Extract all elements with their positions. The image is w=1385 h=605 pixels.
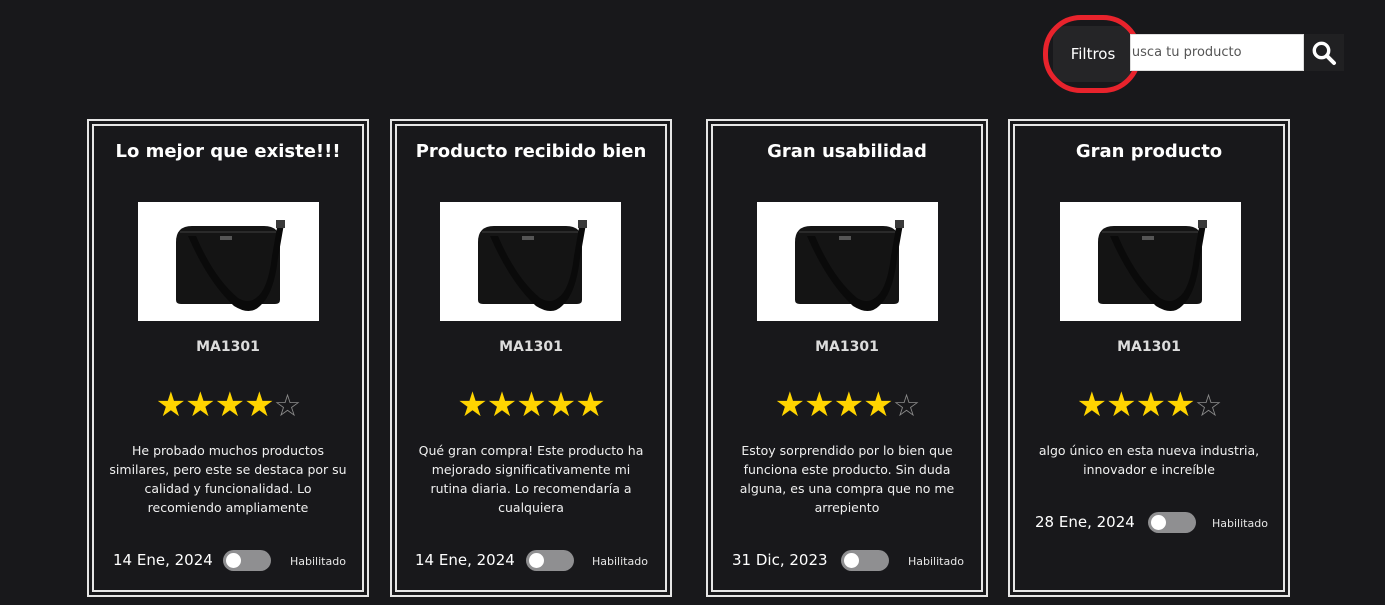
star-filled-icon: ★: [457, 385, 488, 425]
star-filled-icon: ★: [863, 385, 894, 425]
star-filled-icon: ★: [486, 385, 518, 425]
status-label: Habilitado: [592, 555, 648, 568]
star-filled-icon: ★: [1135, 385, 1167, 425]
product-model: MA1301: [815, 339, 879, 355]
card-title: Lo mejor que existe!!!: [115, 141, 341, 162]
laptop-bag-image: [440, 202, 621, 321]
review-date: 14 Ene, 2024: [113, 551, 213, 569]
review-card: Gran usabilidad MA1301 ★★★★☆ Estoy sorpr…: [706, 119, 988, 597]
star-filled-icon: ★: [244, 385, 275, 425]
star-filled-icon: ★: [774, 385, 806, 425]
product-image: [440, 202, 621, 321]
star-filled-icon: ★: [545, 385, 577, 425]
review-date: 28 Ene, 2024: [1035, 513, 1135, 531]
review-card: Gran producto MA1301 ★★★★☆ algo único en…: [1008, 119, 1290, 597]
star-filled-icon: ★: [833, 385, 865, 425]
enable-toggle[interactable]: [526, 550, 574, 571]
card-title: Gran usabilidad: [767, 141, 927, 162]
star-filled-icon: ★: [214, 385, 246, 425]
enable-toggle[interactable]: [1148, 512, 1196, 533]
star-filled-icon: ★: [1076, 385, 1108, 425]
search-bar: [1130, 34, 1344, 71]
review-date: 14 Ene, 2024: [415, 551, 515, 569]
product-image: [1060, 202, 1241, 321]
top-toolbar: Filtros: [0, 0, 1385, 100]
status-label: Habilitado: [290, 555, 346, 568]
star-rating: ★★★★★: [392, 387, 670, 423]
toggle-knob: [226, 553, 241, 568]
star-rating: ★★★★☆: [708, 387, 986, 424]
search-icon: [1312, 41, 1336, 65]
product-model: MA1301: [499, 339, 563, 355]
review-date: 31 Dic, 2023: [732, 551, 828, 569]
review-card: Producto recibido bien MA1301 ★★★★★ Qué …: [390, 119, 672, 597]
card-title: Producto recibido bien: [415, 141, 647, 162]
toggle-knob: [844, 553, 859, 568]
toggle-knob: [529, 553, 544, 568]
card-title: Gran producto: [1075, 141, 1223, 162]
filter-button[interactable]: Filtros: [1053, 26, 1133, 82]
star-filled-icon: ★: [1165, 385, 1196, 425]
review-text: Qué gran compra! Este producto ha mejora…: [418, 443, 644, 515]
star-empty-icon: ☆: [892, 388, 921, 424]
product-model: MA1301: [1117, 339, 1181, 355]
enable-toggle[interactable]: [223, 550, 271, 571]
review-text: algo único en esta nueva industria, inno…: [1038, 443, 1260, 477]
review-text: Estoy sorprendido por lo bien que funcio…: [739, 443, 955, 515]
star-filled-icon: ★: [575, 385, 606, 425]
star-filled-icon: ★: [185, 385, 216, 425]
laptop-bag-image: [1060, 202, 1241, 321]
search-input[interactable]: [1130, 34, 1304, 71]
star-empty-icon: ☆: [273, 388, 302, 424]
toggle-knob: [1151, 515, 1166, 530]
review-text: He probado muchos productos similares, p…: [109, 443, 347, 515]
star-filled-icon: ★: [516, 385, 547, 425]
star-filled-icon: ★: [1106, 385, 1137, 425]
star-empty-icon: ☆: [1194, 388, 1223, 424]
laptop-bag-image: [757, 202, 938, 321]
product-image: [138, 202, 319, 321]
star-rating: ★★★★☆: [1010, 387, 1288, 424]
star-filled-icon: ★: [155, 385, 187, 425]
review-card: Lo mejor que existe!!! MA1301 ★★★★☆ He p…: [87, 119, 369, 597]
star-filled-icon: ★: [804, 385, 835, 425]
star-rating: ★★★★☆: [89, 387, 367, 424]
search-button[interactable]: [1304, 34, 1344, 71]
laptop-bag-image: [138, 202, 319, 321]
status-label: Habilitado: [1212, 517, 1268, 530]
product-image: [757, 202, 938, 321]
status-label: Habilitado: [908, 555, 964, 568]
enable-toggle[interactable]: [841, 550, 889, 571]
product-model: MA1301: [196, 339, 260, 355]
